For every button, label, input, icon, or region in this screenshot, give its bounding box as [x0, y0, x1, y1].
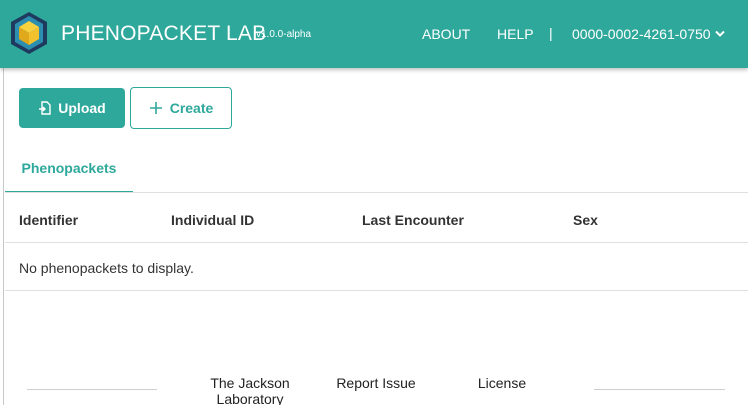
tab-phenopackets[interactable]: Phenopackets — [5, 150, 133, 193]
footer-link-report-issue[interactable]: Report Issue — [330, 375, 422, 391]
user-menu-button[interactable]: 0000-0002-4261-0750 — [572, 26, 725, 42]
column-header-last-encounter[interactable]: Last Encounter — [362, 212, 464, 228]
column-header-individual-id[interactable]: Individual ID — [171, 212, 254, 228]
footer-divider-right — [594, 389, 725, 390]
column-header-identifier[interactable]: Identifier — [19, 212, 78, 228]
upload-button[interactable]: Upload — [19, 88, 125, 128]
upload-button-label: Upload — [58, 100, 106, 116]
app-window: PHENOPACKET LAB v1.0.0-alpha ABOUT HELP … — [0, 0, 748, 405]
empty-table-message: No phenopackets to display. — [19, 260, 194, 276]
tab-phenopackets-label: Phenopackets — [21, 160, 117, 176]
app-title[interactable]: PHENOPACKET LAB — [61, 22, 266, 46]
nav-about-link[interactable]: ABOUT — [422, 26, 470, 42]
create-button-label: Create — [169, 100, 214, 116]
create-button[interactable]: Create — [130, 87, 232, 129]
top-app-bar: PHENOPACKET LAB v1.0.0-alpha ABOUT HELP … — [0, 0, 748, 68]
table-header: Identifier Individual ID Last Encounter … — [5, 193, 748, 243]
footer-link-jackson-lab[interactable]: The Jackson Laboratory — [200, 375, 300, 405]
app-logo-icon[interactable] — [9, 11, 49, 55]
chevron-down-icon — [714, 30, 725, 37]
user-orcid-label: 0000-0002-4261-0750 — [572, 26, 711, 42]
nav-separator: | — [549, 25, 553, 41]
version-label: v1.0.0-alpha — [256, 29, 312, 40]
footer-divider-left — [27, 389, 157, 390]
nav-help-link[interactable]: HELP — [497, 26, 534, 42]
footer-link-license[interactable]: License — [470, 375, 534, 391]
table-empty-row: No phenopackets to display. — [5, 243, 748, 291]
upload-file-icon — [39, 100, 51, 115]
column-header-sex[interactable]: Sex — [573, 212, 598, 228]
plus-icon — [149, 102, 162, 114]
